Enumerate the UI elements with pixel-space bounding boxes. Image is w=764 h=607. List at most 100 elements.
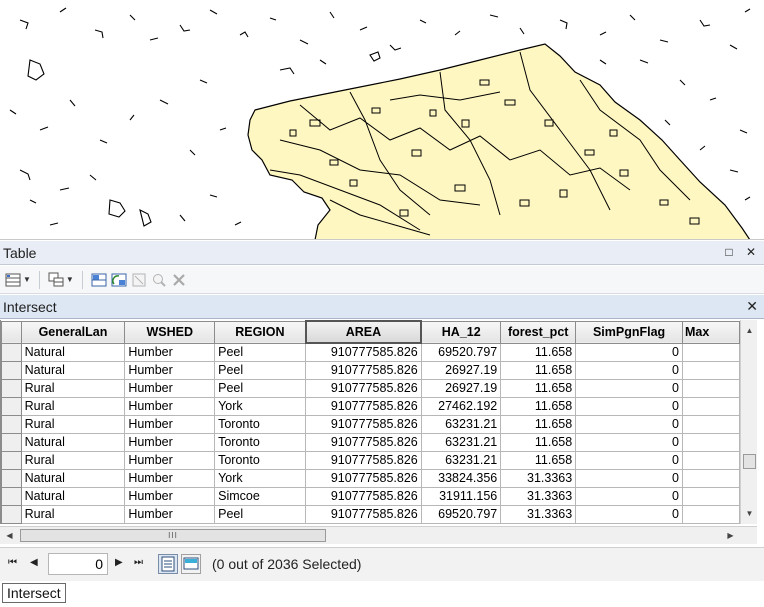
row-selector[interactable] — [1, 450, 22, 470]
row-selector[interactable] — [1, 504, 22, 524]
close-icon[interactable]: ✕ — [744, 245, 758, 259]
close-tab-icon[interactable]: ✕ — [746, 298, 758, 315]
table-cell-empty[interactable] — [681, 414, 740, 434]
table-cell[interactable]: 0 — [575, 342, 683, 362]
table-cell-empty[interactable] — [681, 378, 740, 398]
table-cell[interactable]: Humber — [124, 360, 216, 380]
table-cell[interactable]: Toronto — [214, 414, 307, 434]
table-cell[interactable]: Humber — [124, 414, 216, 434]
table-cell-empty[interactable] — [681, 450, 740, 470]
row-selector[interactable] — [1, 432, 22, 452]
column-header[interactable]: GeneralLan — [20, 320, 126, 344]
table-cell[interactable]: Natural — [20, 486, 126, 506]
table-cell[interactable]: 69520.797 — [420, 342, 502, 362]
map-view[interactable] — [0, 0, 764, 240]
table-row[interactable]: Rural Humber Toronto 910777585.826 63231.21 1… — [1, 450, 740, 470]
table-cell[interactable]: Toronto — [214, 432, 307, 452]
table-cell[interactable]: 63231.21 — [420, 450, 502, 470]
table-cell[interactable]: 11.658 — [500, 342, 577, 362]
table-cell[interactable]: Natural — [20, 342, 126, 362]
attribute-grid[interactable]: GeneralLan WSHED REGION AREA HA_12 fores… — [0, 320, 740, 524]
table-cell[interactable]: Rural — [20, 504, 126, 524]
record-number-input[interactable] — [48, 553, 108, 575]
table-cell[interactable]: Simcoe — [214, 486, 307, 506]
table-cell[interactable]: 63231.21 — [420, 414, 502, 434]
table-row[interactable]: Rural Humber Peel 910777585.826 26927.19 11.6… — [1, 378, 740, 398]
table-cell[interactable]: 11.658 — [500, 396, 577, 416]
row-selector[interactable] — [1, 378, 22, 398]
table-cell[interactable]: 27462.192 — [420, 396, 502, 416]
table-cell[interactable]: Natural — [20, 468, 126, 488]
table-window-titlebar[interactable]: Table □ ✕ — [0, 241, 764, 265]
table-cell[interactable]: 910777585.826 — [305, 342, 422, 362]
table-cell[interactable]: 0 — [575, 504, 683, 524]
table-cell[interactable]: 31.3363 — [500, 468, 577, 488]
table-cell[interactable]: 910777585.826 — [305, 360, 422, 380]
table-cell[interactable]: Peel — [214, 342, 307, 362]
column-header-sorted[interactable]: AREA — [304, 320, 423, 344]
table-cell[interactable]: 910777585.826 — [305, 396, 422, 416]
table-cell[interactable]: Peel — [214, 378, 307, 398]
table-cell[interactable]: 910777585.826 — [305, 432, 422, 452]
table-cell[interactable]: Humber — [124, 396, 216, 416]
table-cell[interactable]: 11.658 — [500, 414, 577, 434]
table-cell-empty[interactable] — [681, 486, 740, 506]
table-cell[interactable]: Humber — [124, 342, 216, 362]
table-cell[interactable]: 11.658 — [500, 378, 577, 398]
row-selector[interactable] — [1, 414, 22, 434]
map-canvas[interactable] — [0, 0, 764, 240]
table-cell[interactable]: 0 — [575, 486, 683, 506]
table-cell[interactable]: Humber — [124, 486, 216, 506]
bottom-table-tab[interactable]: Intersect — [2, 583, 66, 603]
table-cell[interactable]: 910777585.826 — [305, 450, 422, 470]
show-all-records-button[interactable] — [158, 554, 178, 574]
table-cell[interactable]: 63231.21 — [420, 432, 502, 452]
table-cell[interactable]: Humber — [124, 504, 216, 524]
table-cell[interactable]: Humber — [124, 432, 216, 452]
table-cell[interactable]: 0 — [575, 378, 683, 398]
column-header[interactable]: REGION — [214, 320, 307, 344]
first-record-icon[interactable]: ⏮ — [8, 557, 17, 568]
scroll-left-icon[interactable]: ◀ — [1, 527, 18, 544]
table-cell[interactable]: 0 — [575, 414, 683, 434]
horizontal-scroll-thumb[interactable]: III — [20, 529, 326, 542]
table-cell-empty[interactable] — [681, 360, 740, 380]
table-row[interactable]: Natural Humber York 910777585.826 33824.356 3… — [1, 468, 740, 488]
table-cell[interactable]: York — [214, 468, 307, 488]
scroll-right-icon[interactable]: ▶ — [722, 527, 739, 544]
table-cell[interactable]: Rural — [20, 396, 126, 416]
table-cell-empty[interactable] — [681, 468, 740, 488]
table-cell[interactable]: 910777585.826 — [305, 414, 422, 434]
table-cell[interactable]: 910777585.826 — [305, 504, 422, 524]
table-cell[interactable]: 26927.19 — [420, 360, 502, 380]
table-cell[interactable]: Humber — [124, 450, 216, 470]
table-cell[interactable]: Rural — [20, 414, 126, 434]
table-cell[interactable]: 26927.19 — [420, 378, 502, 398]
table-cell[interactable]: Rural — [20, 378, 126, 398]
table-cell[interactable]: 11.658 — [500, 432, 577, 452]
show-selected-records-button[interactable] — [181, 554, 201, 574]
table-cell[interactable]: 11.658 — [500, 360, 577, 380]
table-row[interactable]: Natural Humber Peel 910777585.826 26927.19 11… — [1, 360, 740, 380]
table-cell[interactable]: 0 — [575, 360, 683, 380]
table-cell-empty[interactable] — [681, 504, 740, 524]
table-cell[interactable]: 0 — [575, 396, 683, 416]
table-cell[interactable]: 0 — [575, 432, 683, 452]
table-cell[interactable]: Toronto — [214, 450, 307, 470]
table-cell[interactable]: Rural — [20, 450, 126, 470]
table-row[interactable]: Natural Humber Toronto 910777585.826 63231.2… — [1, 432, 740, 452]
column-header[interactable]: WSHED — [124, 320, 216, 344]
column-header[interactable]: SimPgnFlag — [575, 320, 683, 344]
table-row[interactable]: Natural Humber Peel 910777585.826 69520.797 1… — [1, 342, 740, 362]
table-row[interactable]: Natural Humber Simcoe 910777585.826 31911.15… — [1, 486, 740, 506]
row-selector[interactable] — [1, 486, 22, 506]
table-row[interactable]: Rural Humber Toronto 910777585.826 63231.21 1… — [1, 414, 740, 434]
table-cell[interactable]: 31.3363 — [500, 486, 577, 506]
table-row[interactable]: Rural Humber York 910777585.826 27462.192 11.… — [1, 396, 740, 416]
scroll-up-icon[interactable]: ▲ — [741, 322, 758, 339]
table-cell[interactable]: Natural — [20, 432, 126, 452]
table-cell[interactable]: York — [214, 396, 307, 416]
table-cell-empty[interactable] — [681, 396, 740, 416]
column-header[interactable]: HA_12 — [420, 320, 502, 344]
table-cell[interactable]: Humber — [124, 378, 216, 398]
